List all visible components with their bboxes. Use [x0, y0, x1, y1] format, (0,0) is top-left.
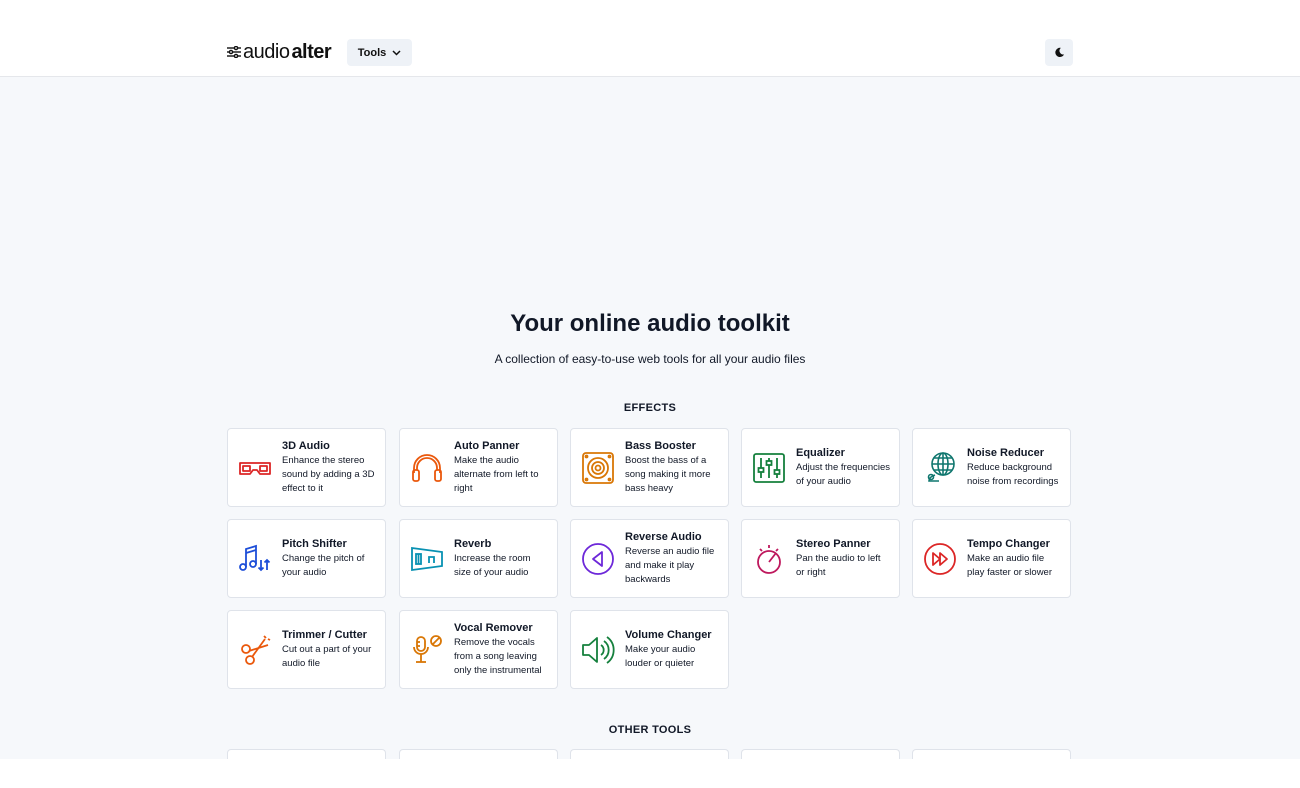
tool-card-bass-booster[interactable]: Bass Booster Boost the bass of a song ma… — [570, 428, 729, 507]
tool-title: Equalizer — [796, 446, 845, 459]
tool-description: Remove the vocals from a song leaving on… — [454, 636, 542, 676]
other-tools-section-title: OTHER TOOLS — [608, 724, 692, 736]
3d-glasses-icon — [238, 451, 272, 485]
reverse-play-icon — [581, 542, 615, 576]
tool-card-stereo-panner[interactable]: Stereo Panner Pan the audio to left or r… — [741, 519, 900, 598]
tool-title: Vocal Remover — [454, 621, 533, 634]
tool-description: Reverse an audio file and make it play b… — [625, 545, 715, 585]
logo[interactable]: audio alter — [227, 40, 332, 64]
effects-section-title: EFFECTS — [623, 402, 677, 414]
headphones-icon — [410, 451, 444, 485]
music-notes-icon — [238, 542, 272, 576]
tool-card-reverse-audio[interactable]: Reverse Audio Reverse an audio file and … — [570, 519, 729, 598]
no-mic-icon — [410, 633, 444, 667]
other-tool-card[interactable] — [227, 749, 386, 759]
speaker-icon — [581, 451, 615, 485]
tool-description: Change the pitch of your audio — [282, 552, 365, 578]
tool-description: Cut out a part of your audio file — [282, 643, 372, 669]
tool-description: Increase the room size of your audio — [454, 552, 531, 578]
tool-title: Volume Changer — [625, 628, 712, 641]
other-tool-card[interactable] — [741, 749, 900, 759]
tool-description: Make an audio file play faster or slower — [967, 552, 1053, 578]
top-navbar: audio alter Tools — [0, 0, 1300, 77]
tool-title: Auto Panner — [454, 439, 520, 452]
tool-card-trimmer-cutter[interactable]: Trimmer / Cutter Cut out a part of your … — [227, 610, 386, 689]
equalizer-icon — [752, 451, 786, 485]
page-title: Your online audio toolkit — [510, 310, 790, 337]
other-tool-card[interactable] — [570, 749, 729, 759]
tool-description: Boost the bass of a song making it more … — [625, 454, 711, 494]
tools-label: Tools — [357, 46, 387, 59]
tool-card-tempo-changer[interactable]: Tempo Changer Make an audio file play fa… — [912, 519, 1071, 598]
tool-title: Pitch Shifter — [282, 537, 347, 550]
page-subtitle: A collection of easy-to-use web tools fo… — [494, 352, 806, 366]
fast-forward-icon — [923, 542, 957, 576]
tool-card-auto-panner[interactable]: Auto Panner Make the audio alternate fro… — [399, 428, 558, 507]
tool-title: Reverse Audio — [625, 530, 702, 543]
tool-title: Noise Reducer — [967, 446, 1045, 459]
bottom-blank-area — [0, 759, 1300, 788]
tool-description: Make your audio louder or quieter — [625, 643, 696, 669]
tool-description: Reduce background noise from recordings — [967, 461, 1059, 487]
main-content: Your online audio toolkit A collection o… — [0, 77, 1300, 759]
tool-description: Enhance the stereo sound by adding a 3D … — [282, 454, 375, 494]
logo-text-audio: audio — [243, 40, 290, 63]
pan-knob-icon — [752, 542, 786, 576]
tool-card-pitch-shifter[interactable]: Pitch Shifter Change the pitch of your a… — [227, 519, 386, 598]
volume-icon — [581, 633, 615, 667]
tool-card-vocal-remover[interactable]: Vocal Remover Remove the vocals from a s… — [399, 610, 558, 689]
tool-description: Adjust the frequencies of your audio — [796, 461, 891, 487]
tool-title: Trimmer / Cutter — [282, 628, 367, 641]
tool-title: Tempo Changer — [967, 537, 1050, 550]
tool-description: Make the audio alternate from left to ri… — [454, 454, 539, 494]
room-icon — [410, 542, 444, 576]
sliders-logo-icon — [227, 46, 241, 58]
scissors-icon — [238, 633, 272, 667]
tool-title: Bass Booster — [625, 439, 696, 452]
tool-title: Reverb — [454, 537, 492, 550]
logo-text-alter: alter — [291, 40, 332, 63]
globe-mic-icon — [923, 451, 957, 485]
tools-dropdown-button[interactable]: Tools — [347, 39, 412, 66]
tool-card-volume-changer[interactable]: Volume Changer Make your audio louder or… — [570, 610, 729, 689]
tool-card-equalizer[interactable]: Equalizer Adjust the frequencies of your… — [741, 428, 900, 507]
dark-mode-toggle[interactable] — [1045, 39, 1073, 66]
other-tool-card[interactable] — [399, 749, 558, 759]
tool-card-3d-audio[interactable]: 3D Audio Enhance the stereo sound by add… — [227, 428, 386, 507]
chevron-down-icon — [392, 49, 401, 56]
tool-title: 3D Audio — [282, 439, 330, 452]
moon-icon — [1054, 47, 1064, 57]
tool-card-reverb[interactable]: Reverb Increase the room size of your au… — [399, 519, 558, 598]
tool-card-noise-reducer[interactable]: Noise Reducer Reduce background noise fr… — [912, 428, 1071, 507]
other-tool-card[interactable] — [912, 749, 1071, 759]
tool-description: Pan the audio to left or right — [796, 552, 881, 578]
tool-title: Stereo Panner — [796, 537, 871, 550]
